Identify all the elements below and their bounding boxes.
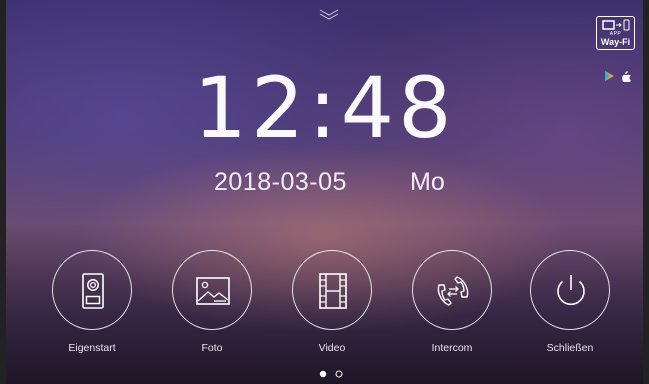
clock-separator: : — [308, 59, 341, 157]
video-label: Video — [318, 342, 346, 354]
pull-down-chevron-icon[interactable] — [319, 8, 339, 22]
google-play-icon — [605, 71, 614, 81]
clock-minutes: 48 — [340, 59, 456, 157]
clock-display: 12:48 — [6, 66, 643, 150]
clock-hours: 12 — [193, 59, 309, 157]
apple-icon — [622, 71, 631, 82]
home-screen: 12:48 2018-03-05 Mo APP Way-Fi Eigenstar… — [6, 0, 643, 384]
store-icons — [605, 71, 631, 82]
weekday-text: Mo — [410, 168, 445, 196]
page-indicator — [319, 370, 343, 378]
schliessen-label: Schließen — [546, 342, 594, 354]
date-text: 2018-03-05 — [214, 168, 347, 196]
foto-button[interactable] — [172, 250, 252, 330]
door-station-icon — [82, 273, 104, 309]
film-icon — [319, 273, 347, 309]
foto-label: Foto — [201, 342, 223, 354]
video-button[interactable] — [292, 250, 372, 330]
photo-icon — [196, 277, 230, 305]
wayfi-app-badge[interactable]: APP Way-Fi — [596, 16, 635, 50]
page-dot — [335, 370, 343, 378]
schliessen-button[interactable] — [530, 250, 610, 330]
power-icon — [557, 275, 585, 306]
intercom-icon — [437, 276, 469, 306]
eigenstart-button[interactable] — [52, 250, 132, 330]
eigenstart-label: Eigenstart — [68, 342, 116, 354]
page-dot-active — [319, 370, 327, 378]
intercom-label: Intercom — [431, 342, 473, 354]
intercom-button[interactable] — [412, 250, 492, 330]
wayfi-brand-text: Way-Fi — [600, 37, 631, 47]
